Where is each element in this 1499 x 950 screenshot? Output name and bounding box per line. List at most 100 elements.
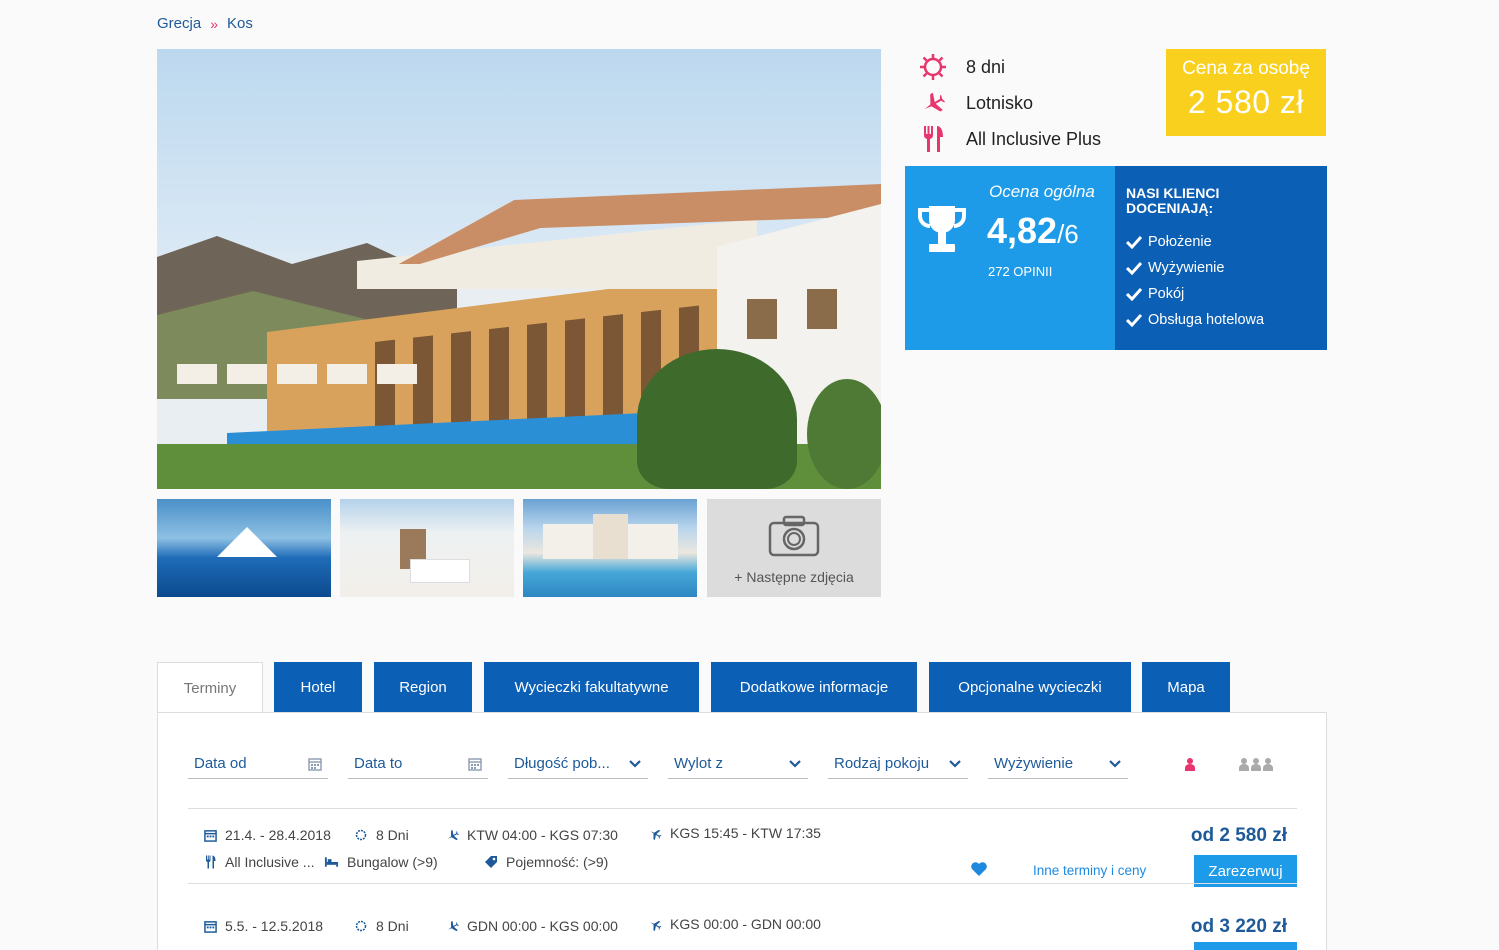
departure-select-label: Wylot z (674, 755, 724, 772)
offer-days: 8 Dni (354, 918, 409, 934)
offer-room-text: Bungalow (>9) (347, 854, 438, 870)
praise-list: Położenie Wyżywienie Pokój Obsługa hotel… (1126, 229, 1264, 333)
terms-panel: Data od Data to Długość pob... Wylot z R… (157, 712, 1327, 950)
offer-inbound-text: KGS 00:00 - GDN 00:00 (670, 916, 821, 932)
offer-inbound: KGS 00:00 - GDN 00:00 (649, 916, 821, 932)
offer-dates: 5.5. - 12.5.2018 (204, 918, 323, 934)
offer-inbound: KGS 15:45 - KTW 17:35 (649, 825, 821, 841)
tab-wycieczki-fakultatywne[interactable]: Wycieczki fakultatywne (484, 662, 699, 713)
offer-days: 8 Dni (354, 827, 409, 843)
tab-opcjonalne-wycieczki[interactable]: Opcjonalne wycieczki (929, 662, 1131, 713)
tab-hotel[interactable]: Hotel (274, 662, 362, 713)
hotel-main-photo[interactable] (157, 49, 881, 489)
date-from-filter[interactable]: Data od (188, 749, 328, 779)
offer-capacity-text: Pojemność: (>9) (506, 854, 609, 870)
rating-score-value: 4,82 (987, 210, 1058, 251)
thumbnail-pool[interactable] (157, 499, 331, 597)
divider (188, 808, 1297, 809)
offer-row: 21.4. - 28.4.2018 8 Dni KTW 04:00 - KGS … (188, 813, 1297, 889)
trip-facts: 8 dni Lotnisko All Inclusive Plus (918, 49, 1101, 157)
fact-board: All Inclusive Plus (918, 121, 1101, 157)
check-icon (1126, 261, 1142, 275)
plane-icon (448, 829, 459, 840)
duration-select-label: Długość pob... (514, 755, 610, 772)
check-icon (1126, 287, 1142, 301)
plane-icon (918, 89, 948, 117)
calendar-icon (308, 757, 322, 771)
heart-icon[interactable] (970, 861, 988, 877)
tab-terminy[interactable]: Terminy (157, 662, 263, 714)
chevron-down-icon (789, 759, 801, 768)
tag-icon (485, 856, 497, 868)
praise-item: Położenie (1126, 229, 1264, 255)
camera-icon (768, 515, 820, 557)
breadcrumb-grecja[interactable]: Grecja (157, 15, 201, 32)
price-per-person: Cena za osobę 2 580 zł (1166, 49, 1326, 136)
departure-select[interactable]: Wylot z (668, 749, 808, 779)
board-select-label: Wyżywienie (994, 755, 1074, 772)
room-type-select-label: Rodzaj pokoju (834, 755, 930, 772)
plane-return-icon (650, 920, 662, 931)
offer-dates-text: 21.4. - 28.4.2018 (225, 827, 331, 843)
room-type-select[interactable]: Rodzaj pokoju (828, 749, 968, 779)
board-select[interactable]: Wyżywienie (988, 749, 1128, 779)
offer-price: od 3 220 zł (1190, 916, 1287, 937)
offer-row: 5.5. - 12.5.2018 8 Dni GDN 00:00 - KGS 0… (188, 904, 1297, 950)
book-button[interactable]: Zarezerwuj (1194, 942, 1297, 950)
offer-outbound: KTW 04:00 - KGS 07:30 (446, 827, 618, 843)
offer-room: Bungalow (>9) (324, 854, 438, 870)
offer-price: od 2 580 zł (1190, 825, 1287, 846)
sun-icon (355, 829, 367, 841)
chevron-down-icon (1109, 759, 1121, 768)
praise-item-label: Pokój (1148, 286, 1185, 302)
date-to-filter[interactable]: Data to (348, 749, 488, 779)
fact-board-text: All Inclusive Plus (966, 128, 1102, 149)
price-label: Cena za osobę (1182, 58, 1310, 79)
other-dates-link[interactable]: Inne terminy i ceny (1033, 863, 1146, 878)
rating-count: 272 OPINII (988, 264, 1053, 279)
person-icon[interactable] (1184, 757, 1196, 771)
thumbnail-room[interactable] (340, 499, 514, 597)
more-photos-button[interactable]: + Następne zdjęcia (707, 499, 881, 597)
praise-title: NASI KLIENCI DOCENIAJĄ: (1126, 185, 1220, 216)
fork-knife-icon (918, 125, 948, 153)
check-icon (1126, 313, 1142, 327)
divider (188, 883, 1297, 884)
customer-praise: NASI KLIENCI DOCENIAJĄ: Położenie Wyżywi… (1115, 166, 1327, 350)
offer-dates: 21.4. - 28.4.2018 (204, 827, 331, 843)
check-icon (1126, 235, 1142, 249)
fork-knife-icon (205, 855, 216, 869)
fact-duration-text: 8 dni (966, 56, 1006, 77)
trophy-icon (918, 206, 966, 252)
sun-icon (355, 920, 367, 932)
offer-board: All Inclusive ... (204, 854, 314, 870)
calendar-icon (204, 829, 217, 842)
praise-item-label: Wyżywienie (1148, 260, 1225, 276)
offer-inbound-text: KGS 15:45 - KTW 17:35 (670, 825, 821, 841)
rating-scale: /6 (1057, 219, 1079, 249)
rating-label: Ocena ogólna (989, 182, 1095, 201)
breadcrumb-kos[interactable]: Kos (227, 15, 253, 32)
praise-item: Obsługa hotelowa (1126, 307, 1264, 333)
praise-item: Wyżywienie (1126, 255, 1264, 281)
date-to-label: Data to (354, 755, 403, 772)
offer-capacity: Pojemność: (>9) (484, 854, 608, 870)
group-icon[interactable] (1238, 757, 1274, 771)
fact-transport: Lotnisko (918, 85, 1101, 121)
offer-days-text: 8 Dni (376, 918, 409, 934)
duration-select[interactable]: Długość pob... (508, 749, 648, 779)
offer-dates-text: 5.5. - 12.5.2018 (225, 918, 324, 934)
breadcrumb-separator: » (210, 15, 218, 32)
more-photos-label: + Następne zdjęcia (734, 569, 854, 585)
tab-mapa[interactable]: Mapa (1142, 662, 1230, 713)
tab-region[interactable]: Region (374, 662, 472, 713)
fact-duration: 8 dni (918, 49, 1101, 85)
offer-board-text: All Inclusive ... (225, 854, 315, 870)
tab-dodatkowe-informacje[interactable]: Dodatkowe informacje (711, 662, 917, 713)
plane-icon (448, 920, 459, 931)
offer-days-text: 8 Dni (376, 827, 409, 843)
photo-thumbnails: + Następne zdjęcia (157, 499, 881, 597)
breadcrumb: Grecja » Kos (157, 15, 253, 32)
thumbnail-building[interactable] (523, 499, 697, 597)
offer-outbound-text: KTW 04:00 - KGS 07:30 (467, 827, 618, 843)
